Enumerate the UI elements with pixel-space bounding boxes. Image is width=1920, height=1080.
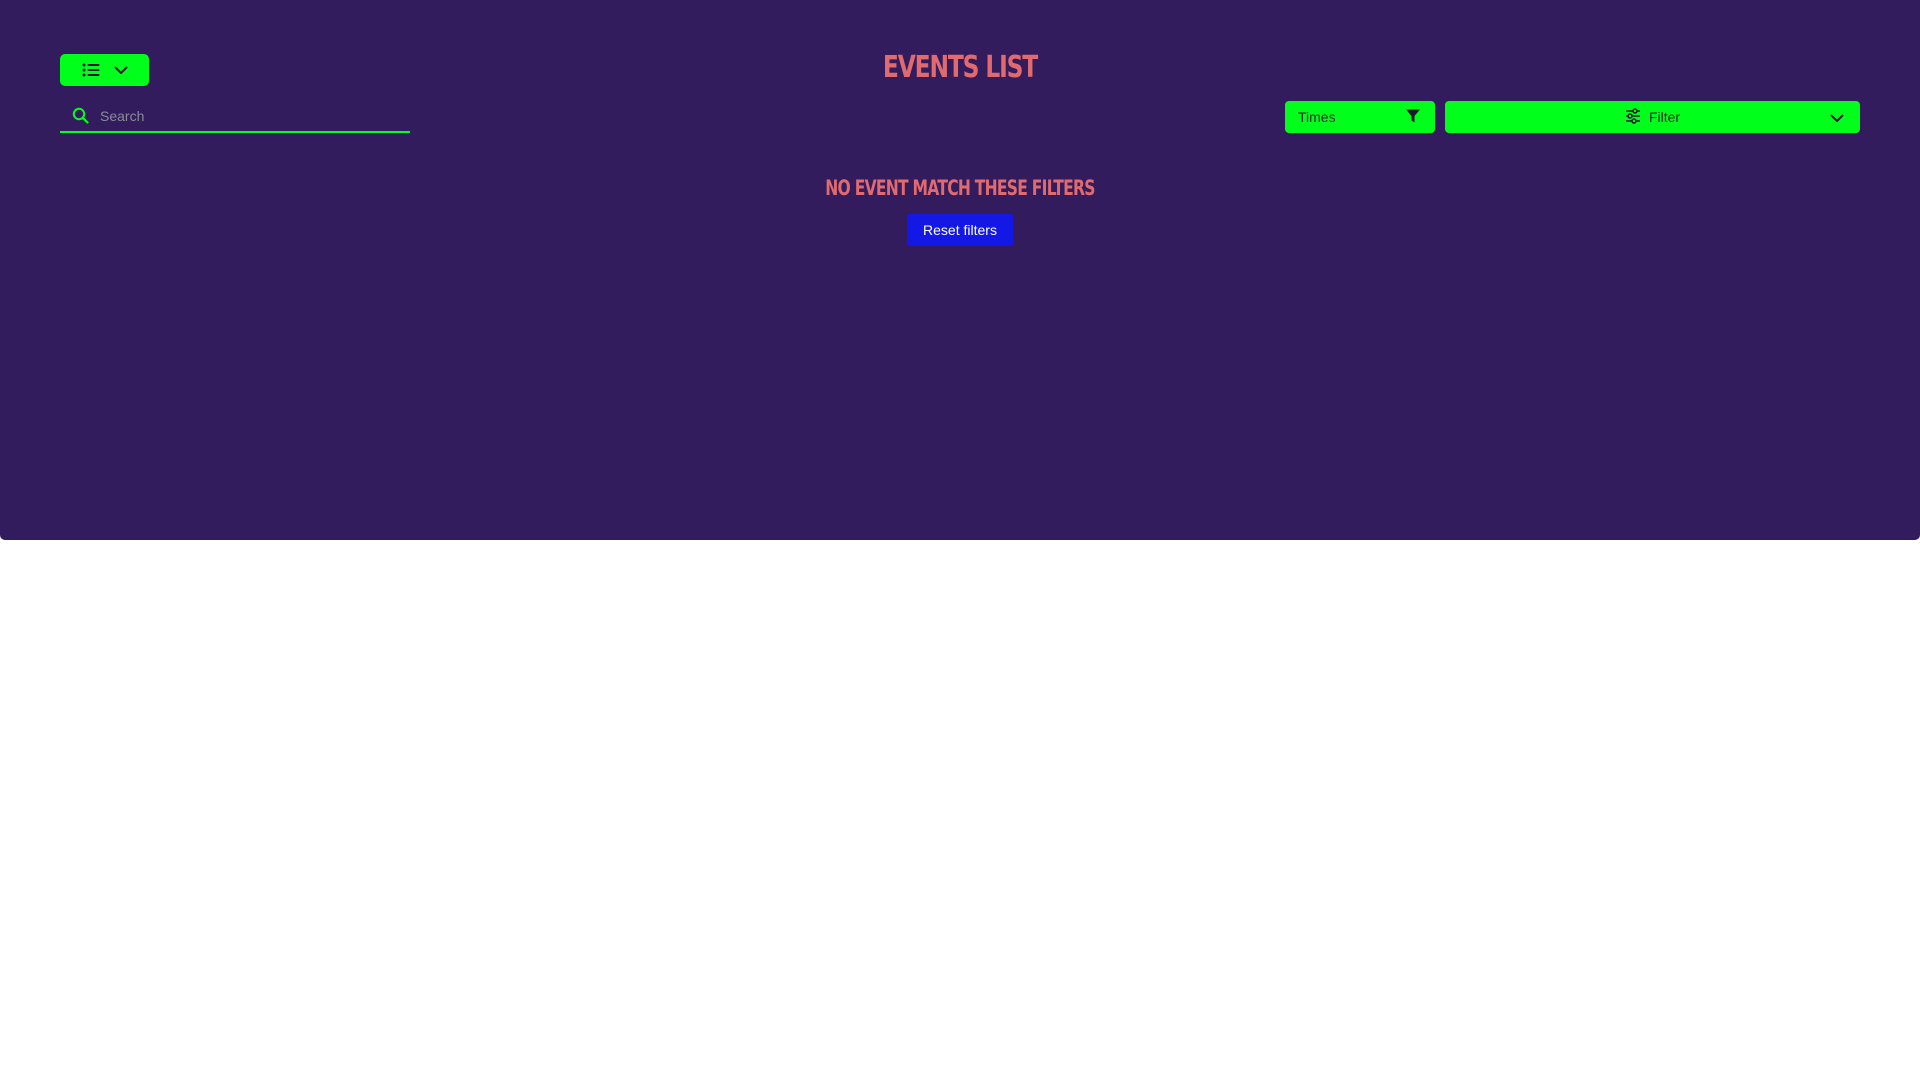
chevron-down-icon: [114, 66, 128, 75]
times-filter-select[interactable]: Times: [1285, 101, 1435, 133]
search-icon: [60, 107, 100, 124]
reset-filters-button[interactable]: Reset filters: [907, 214, 1013, 246]
funnel-icon: [1405, 108, 1421, 127]
search-field: [60, 100, 410, 133]
view-mode-dropdown[interactable]: [60, 54, 149, 86]
page-title: Events list: [882, 50, 1038, 85]
sliders-icon: [1625, 107, 1641, 127]
search-input[interactable]: [100, 107, 390, 124]
empty-state-message: No event match these filters: [825, 176, 1095, 200]
list-icon: [82, 63, 100, 77]
filter-dropdown[interactable]: Filter: [1445, 101, 1860, 133]
times-filter-label: Times: [1298, 109, 1336, 125]
chevron-down-icon: [1830, 110, 1844, 126]
filter-dropdown-label: Filter: [1648, 109, 1681, 125]
events-panel: Events list Times Filter: [0, 0, 1920, 540]
filter-dropdown-content: Filter: [1625, 107, 1681, 127]
